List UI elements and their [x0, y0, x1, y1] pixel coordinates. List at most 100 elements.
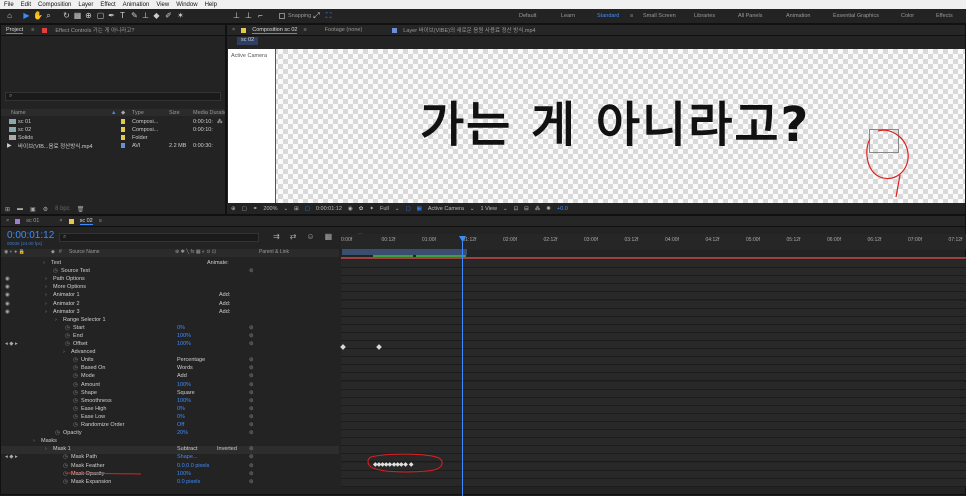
property-value[interactable]: Subtract: [177, 446, 197, 452]
expression-pickwhip-icon[interactable]: ⊚: [249, 479, 254, 485]
time-ruler[interactable]: 0:00f 00:12f 01:00f 01:12f 02:00f 02:12f 03:00…: [341, 234, 966, 250]
project-item[interactable]: sc 01 Composi... 0:00:10: ⁂: [1, 118, 225, 125]
menu-file[interactable]: File: [4, 2, 14, 8]
menu-layer[interactable]: Layer: [78, 2, 93, 8]
project-item[interactable]: Solids Folder: [1, 134, 225, 141]
close-tab-icon[interactable]: ×: [232, 27, 235, 33]
close-tab-icon[interactable]: ×: [6, 218, 9, 224]
workspace-all-panels[interactable]: All Panels: [738, 13, 762, 19]
comp-subtab[interactable]: sc 02: [237, 37, 259, 45]
expression-pickwhip-icon[interactable]: ⊚: [249, 422, 254, 428]
property-value[interactable]: 100%: [177, 382, 191, 388]
property-value[interactable]: Percentage: [177, 357, 205, 363]
property-value[interactable]: Add: [177, 373, 187, 379]
expression-pickwhip-icon[interactable]: ⊚: [249, 382, 254, 388]
property-row[interactable]: ◷ Mode Add ⊚: [1, 373, 339, 381]
expression-pickwhip-icon[interactable]: ⊚: [249, 390, 254, 396]
tab-effect-controls[interactable]: Effect Controls 가는 게 아니라고?: [55, 26, 134, 34]
expression-pickwhip-icon[interactable]: ⊚: [249, 446, 254, 452]
label-tag-icon[interactable]: ◆: [121, 110, 125, 116]
property-row[interactable]: ◷ Start 0% ⊚: [1, 325, 339, 333]
comp-mini-flowchart-icon[interactable]: ⇉: [273, 232, 280, 241]
eye-icon[interactable]: ◉: [5, 284, 10, 290]
color-picker-icon[interactable]: ✦: [369, 206, 374, 212]
menu-edit[interactable]: Edit: [21, 2, 31, 8]
expression-pickwhip-icon[interactable]: ⊚: [249, 365, 254, 371]
stopwatch-icon[interactable]: ◷: [73, 406, 78, 412]
twirl-arrow-icon[interactable]: ›: [45, 309, 47, 315]
workspace-learn[interactable]: Learn: [561, 13, 575, 19]
property-value[interactable]: 0%: [177, 325, 185, 331]
rotate-tool-icon[interactable]: ↻: [62, 11, 71, 21]
eye-icon[interactable]: ◉: [5, 276, 10, 282]
frame-blending-icon[interactable]: ▦: [325, 232, 333, 241]
expression-pickwhip-icon[interactable]: ⊚: [249, 398, 254, 404]
property-row[interactable]: › Path Options ◉: [1, 276, 339, 284]
property-row[interactable]: ◷ Mask Feather 0.0,0.0 pixels ⊚: [1, 463, 339, 471]
property-row[interactable]: › More Options ◉: [1, 284, 339, 292]
mask-visibility-icon[interactable]: ▢: [305, 206, 310, 212]
property-row[interactable]: › Masks: [1, 438, 339, 446]
property-track[interactable]: [341, 357, 966, 366]
project-item[interactable]: ▶ 바이브(VIB...음료 정산방식.mp4 AVI 2.2 MB 0:00:…: [1, 142, 225, 150]
preview-3d-icon[interactable]: ▢: [242, 206, 247, 212]
composition-canvas[interactable]: Active Camera 가는 게 아니라고?: [228, 49, 965, 203]
selection-tool-icon[interactable]: ▶: [22, 11, 31, 21]
property-row[interactable]: › Animator 1 Add: ◉: [1, 292, 339, 300]
column-name[interactable]: Name: [11, 110, 26, 116]
property-row[interactable]: ◷ Ease Low 0% ⊚: [1, 414, 339, 422]
property-value[interactable]: 0.0 pixels: [177, 479, 200, 485]
eye-icon[interactable]: ◉: [5, 292, 10, 298]
property-value[interactable]: 0%: [177, 406, 185, 412]
property-row[interactable]: ◷ Mask Expansion 0.0 pixels ⊚: [1, 479, 339, 487]
menu-effect[interactable]: Effect: [100, 2, 115, 8]
camera-tool-icon[interactable]: ▦: [73, 11, 82, 21]
property-track[interactable]: [341, 260, 966, 268]
property-track[interactable]: [341, 341, 966, 349]
twirl-arrow-icon[interactable]: ›: [43, 260, 45, 266]
column-type[interactable]: Type: [132, 110, 144, 116]
property-row[interactable]: ◷ Mask Path Shape... ⊚ ◂ ◆ ▸: [1, 454, 339, 462]
expression-pickwhip-icon[interactable]: ⊚: [249, 463, 254, 469]
eye-icon[interactable]: ◉: [5, 309, 10, 315]
draft-3d-icon[interactable]: ⇄: [290, 232, 297, 241]
exposure-value[interactable]: +0.0: [557, 206, 568, 212]
twirl-arrow-icon[interactable]: ›: [45, 301, 47, 307]
twirl-arrow-icon[interactable]: ›: [63, 349, 65, 355]
menu-animation[interactable]: Animation: [123, 2, 150, 8]
property-row[interactable]: ◷ Offset 100% ⊚ ◂ ◆ ▸: [1, 341, 339, 349]
timeline-menu-icon[interactable]: ≡: [99, 218, 102, 224]
property-value[interactable]: Words: [177, 365, 193, 371]
snapping-checkbox[interactable]: [279, 13, 285, 19]
eraser-tool-icon[interactable]: ◆: [152, 11, 161, 21]
workspace-animation[interactable]: Animation: [786, 13, 810, 19]
property-extra[interactable]: Inverted: [217, 446, 237, 452]
column-size[interactable]: Size: [169, 110, 180, 116]
property-row[interactable]: › Range Selector 1: [1, 317, 339, 325]
property-track[interactable]: [341, 332, 966, 341]
show-channel-icon[interactable]: ✿: [359, 206, 364, 212]
world-axis-icon[interactable]: ⊥: [244, 11, 253, 21]
property-row[interactable]: ◷ Randomize Order Off ⊚: [1, 422, 339, 430]
property-track[interactable]: [341, 276, 966, 285]
property-extra[interactable]: Animate:: [207, 260, 229, 266]
chevron-down-icon[interactable]: ⌄: [395, 206, 400, 212]
stopwatch-icon[interactable]: ◷: [53, 268, 58, 274]
twirl-arrow-icon[interactable]: ›: [45, 276, 47, 282]
tab-layer[interactable]: Layer 바이브(VIBE)의 새로운 음원 사용료 정산 방식.mp4: [403, 26, 535, 34]
property-track[interactable]: [341, 349, 966, 358]
new-folder-icon[interactable]: ▬: [17, 206, 23, 212]
property-row[interactable]: ◷ Source Text ⊚: [1, 268, 339, 276]
roto-brush-tool-icon[interactable]: ✐: [164, 11, 173, 21]
property-row[interactable]: ◷ Shape Square ⊚: [1, 390, 339, 398]
keyframe-navigator-icon[interactable]: ◂ ◆ ▸: [5, 341, 18, 347]
brush-tool-icon[interactable]: ✎: [130, 11, 139, 21]
stopwatch-icon[interactable]: ◷: [65, 341, 70, 347]
property-track[interactable]: [341, 478, 966, 487]
expression-pickwhip-icon[interactable]: ⊚: [249, 268, 254, 274]
label-tag-icon[interactable]: ◆: [51, 249, 55, 255]
local-axis-icon[interactable]: ⊥: [232, 11, 241, 21]
menu-view[interactable]: View: [156, 2, 169, 8]
timeline-search-input[interactable]: ⌕: [59, 233, 259, 242]
tab-footage[interactable]: Footage (none): [325, 27, 363, 33]
